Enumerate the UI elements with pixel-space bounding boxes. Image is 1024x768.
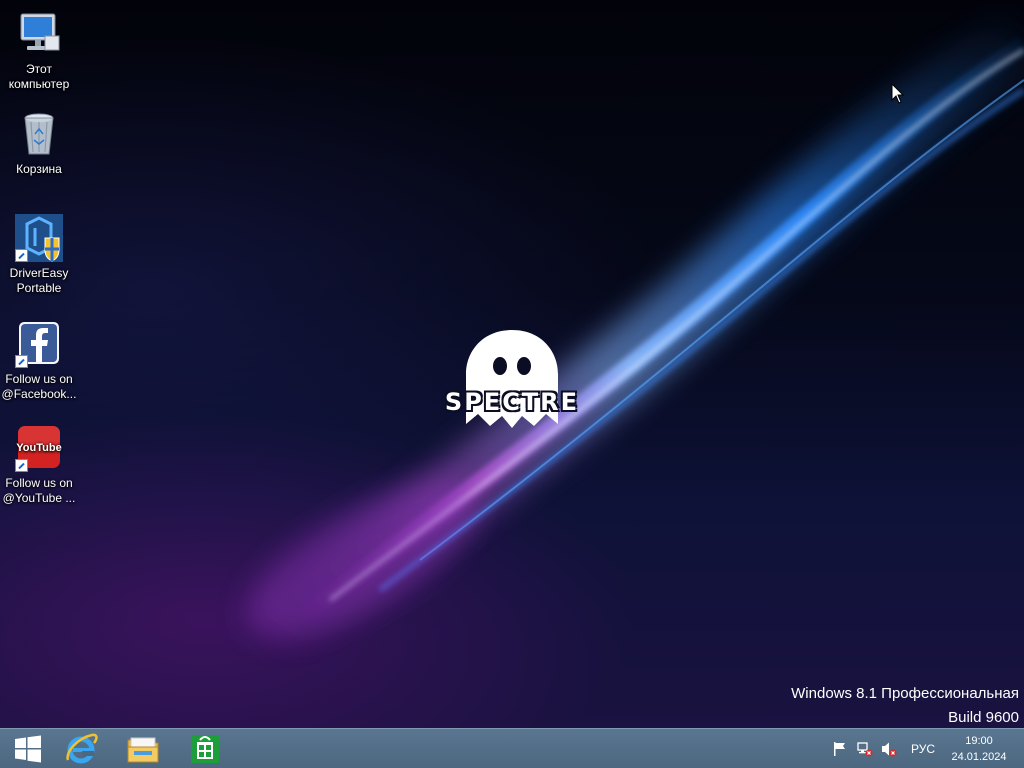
desktop-icon-facebook[interactable]: Follow us on @Facebook...	[0, 320, 78, 402]
network-disconnected-icon[interactable]	[857, 741, 873, 757]
drivereasy-icon	[15, 214, 63, 262]
windows-logo-icon	[15, 735, 41, 763]
facebook-icon	[15, 320, 63, 368]
desktop-icon-label: компьютер	[8, 77, 70, 91]
volume-muted-icon[interactable]	[881, 741, 897, 757]
recycle-bin-icon	[15, 110, 63, 158]
file-explorer-button[interactable]	[114, 729, 172, 768]
shortcut-arrow-icon	[15, 249, 28, 262]
desktop-icon-youtube[interactable]: YouTube Follow us on @YouTube ...	[0, 424, 78, 506]
start-button[interactable]	[0, 729, 56, 768]
store-icon	[191, 735, 219, 763]
clock[interactable]: 19:00 24.01.2024	[944, 733, 1014, 765]
shortcut-arrow-icon	[15, 459, 28, 472]
action-center-flag-icon[interactable]	[832, 741, 848, 757]
desktop-icon-recycle-bin[interactable]: Корзина	[0, 110, 78, 177]
input-language-indicator[interactable]: РУС	[906, 729, 940, 768]
build-text: Build 9600	[948, 709, 1019, 726]
desktop-icon-label: Follow us on	[5, 476, 73, 490]
ghost-icon	[466, 330, 558, 428]
desktop-icon-label: Portable	[16, 281, 62, 295]
desktop-icon-label: @Facebook...	[1, 387, 77, 401]
spectre-logo-text: SPECTRE	[444, 388, 580, 416]
desktop-icon-drivereasy[interactable]: DriverEasy Portable	[0, 214, 78, 296]
desktop-icon-label: Follow us on	[5, 372, 73, 386]
folder-icon	[127, 737, 159, 763]
mouse-cursor-icon	[891, 83, 905, 104]
clock-date: 24.01.2024	[951, 751, 1007, 763]
svg-text:YouTube: YouTube	[16, 442, 61, 454]
desktop[interactable]: Этот компьютер Корзина DriverEasy Portab…	[0, 0, 1024, 728]
clock-time: 19:00	[965, 735, 993, 747]
windows-watermark: Windows 8.1 Профессиональная Build 9600	[791, 682, 1019, 728]
spectre-logo: SPECTRE	[436, 326, 588, 442]
internet-explorer-button[interactable]	[52, 729, 110, 768]
computer-icon	[15, 10, 63, 58]
edition-text: Windows 8.1 Профессиональная	[791, 685, 1019, 702]
desktop-icon-label: DriverEasy	[9, 266, 69, 280]
shortcut-arrow-icon	[15, 355, 28, 368]
desktop-icon-label: Этот	[26, 62, 52, 76]
taskbar: РУС 19:00 24.01.2024	[0, 728, 1024, 768]
desktop-icon-label: Корзина	[16, 162, 62, 176]
desktop-icon-this-pc[interactable]: Этот компьютер	[0, 10, 78, 92]
store-button[interactable]	[176, 729, 234, 768]
ie-icon	[66, 733, 98, 764]
desktop-icon-label: @YouTube ...	[2, 491, 76, 505]
youtube-icon: YouTube	[15, 424, 63, 472]
